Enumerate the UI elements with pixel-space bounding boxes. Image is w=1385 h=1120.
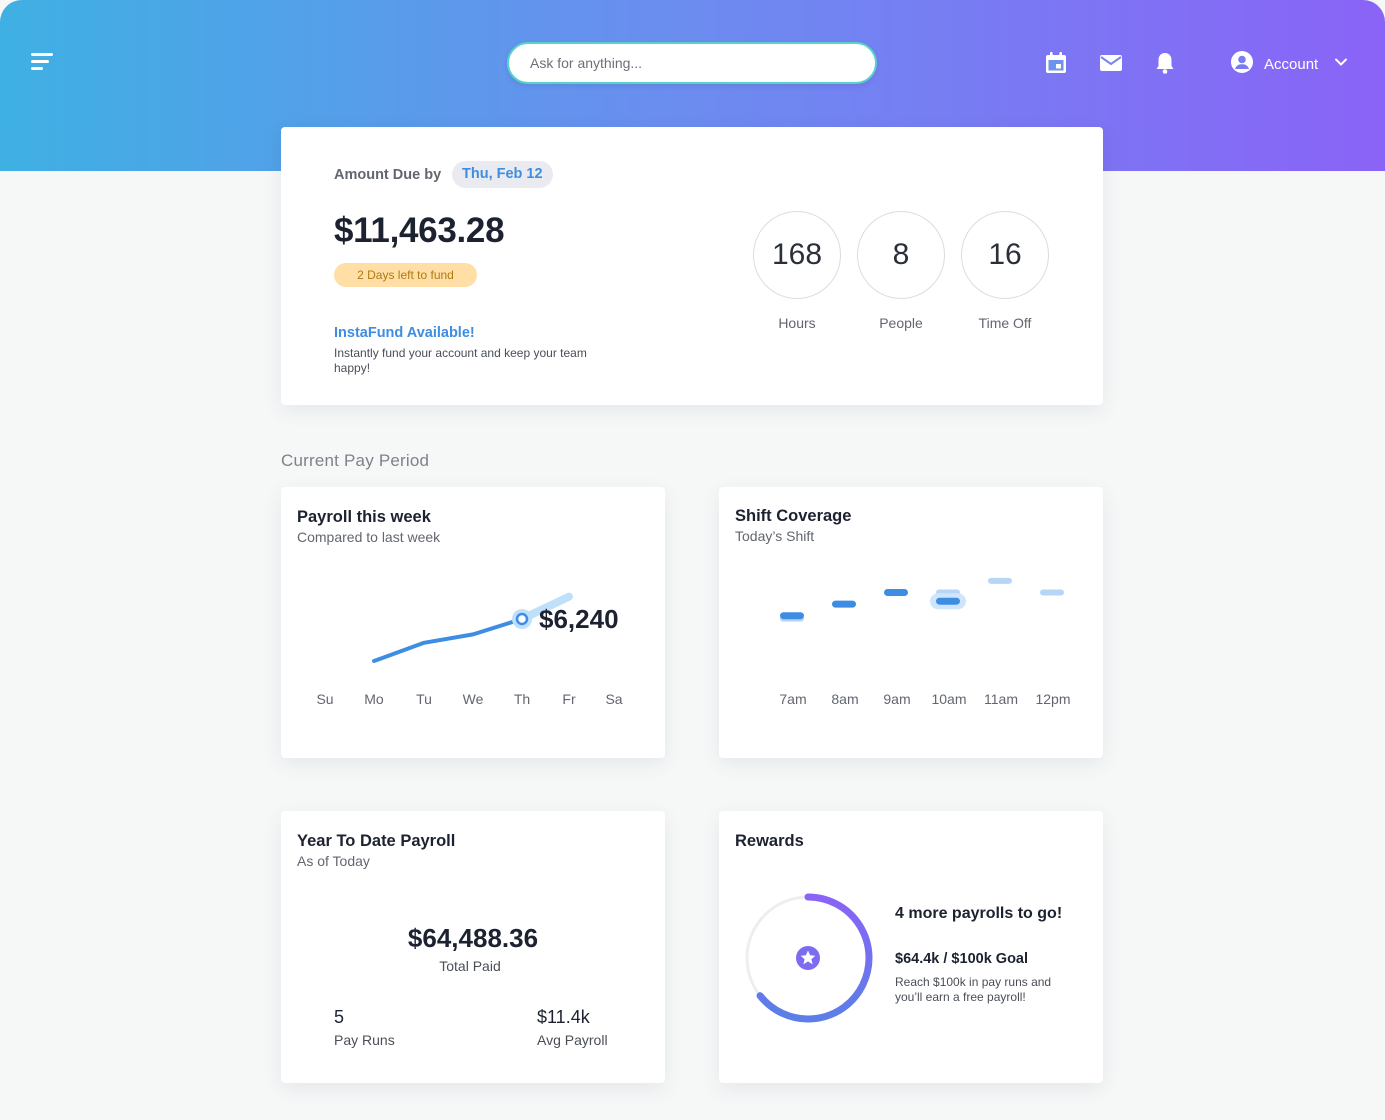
calendar-icon[interactable] (1043, 50, 1069, 76)
rewards-card: Rewards 4 more payrolls to go! $64.4k / … (719, 811, 1103, 1083)
x-tick-label: 10am (931, 691, 966, 707)
x-tick-label: 8am (831, 691, 858, 707)
mail-icon[interactable] (1098, 50, 1124, 76)
instafund-link[interactable]: InstaFund Available! (334, 325, 475, 341)
x-tick-label: Mo (364, 691, 384, 707)
rewards-goal: $64.4k / $100k Goal (895, 951, 1029, 967)
rewards-description: Reach $100k in pay runs and you’ll earn … (895, 975, 1052, 1004)
card-subtitle: As of Today (297, 853, 370, 869)
payroll-week-card: Payroll this week Compared to last week … (281, 487, 665, 758)
pay-runs-value: 5 (334, 1007, 345, 1027)
stat-hours: 168 Hours (753, 211, 841, 331)
card-title: Rewards (735, 832, 804, 850)
ytd-payroll-card: Year To Date Payroll As of Today $64,488… (281, 811, 665, 1083)
stat-value: 8 (857, 211, 945, 299)
ytd-total-value: $64,488.36 (407, 923, 539, 953)
avg-payroll-label: Avg Payroll (537, 1032, 608, 1048)
stat-value: 168 (753, 211, 841, 299)
shift-bar-scheduled (1040, 589, 1064, 596)
account-label: Account (1264, 55, 1319, 73)
rewards-headline: 4 more payrolls to go! (895, 905, 1063, 922)
shift-bar-scheduled (988, 577, 1012, 584)
star-icon (796, 946, 820, 970)
shift-bar-worked[interactable] (832, 600, 856, 608)
shift-bar-worked[interactable] (884, 589, 908, 596)
x-tick-label: Tu (416, 691, 432, 707)
amount-due-label: Amount Due by (334, 167, 442, 183)
ytd-total-label: Total Paid (439, 958, 501, 974)
x-tick-label: Th (514, 691, 530, 707)
account-menu[interactable]: Account (1230, 51, 1348, 77)
shift-coverage-chart: 7am 8am 9am 10am 11am 12pm (779, 577, 1071, 707)
current-point[interactable] (515, 612, 529, 626)
user-icon (1230, 50, 1254, 78)
x-tick-label: 11am (984, 691, 1018, 707)
stat-time-off: 16 Time Off (961, 211, 1049, 331)
x-tick-label: 9am (883, 691, 910, 707)
stat-label: Time Off (978, 315, 1032, 331)
stat-label: People (879, 315, 923, 331)
amount-due-value: $11,463.28 (334, 211, 505, 250)
chevron-down-icon[interactable] (1334, 55, 1348, 73)
shift-bar-worked[interactable] (936, 597, 960, 605)
payroll-line-chart: $6,240 Su Mo Tu We Th Fr Sa (316, 592, 623, 707)
x-tick-label: Fr (562, 691, 576, 707)
instafund-description: Instantly fund your account and keep you… (334, 346, 587, 375)
stat-people: 8 People (857, 211, 945, 331)
stat-label: Hours (778, 315, 816, 331)
shift-coverage-card: Shift Coverage Today’s Shift 7am 8am 9am 10… (719, 487, 1103, 758)
shift-bar-worked[interactable] (780, 612, 804, 620)
bell-icon[interactable] (1152, 50, 1178, 76)
card-title: Year To Date Payroll (297, 832, 456, 850)
stat-value: 16 (961, 211, 1049, 299)
search-input[interactable] (507, 42, 877, 84)
x-tick-label: 12pm (1035, 691, 1070, 707)
payroll-value-label: $6,240 (539, 604, 619, 634)
avg-payroll-value: $11.4k (537, 1007, 590, 1027)
x-tick-label: Sa (605, 691, 622, 707)
x-tick-label: We (463, 691, 484, 707)
due-date-badge[interactable]: Thu, Feb 12 (452, 161, 553, 188)
rewards-progress-ring (745, 893, 873, 1023)
days-left-badge: 2 Days left to fund (334, 263, 477, 287)
section-title: Current Pay Period (281, 451, 430, 470)
amount-due-card: Amount Due by Thu, Feb 12 $11,463.28 2 D… (281, 127, 1103, 405)
app-frame: Account Amount Due by Thu, Feb 12 $11,46… (0, 0, 1385, 1120)
pay-runs-label: Pay Runs (334, 1032, 395, 1048)
menu-icon[interactable] (31, 53, 55, 73)
current-series-line (372, 617, 524, 663)
x-tick-label: Su (316, 691, 333, 707)
x-tick-label: 7am (779, 691, 806, 707)
